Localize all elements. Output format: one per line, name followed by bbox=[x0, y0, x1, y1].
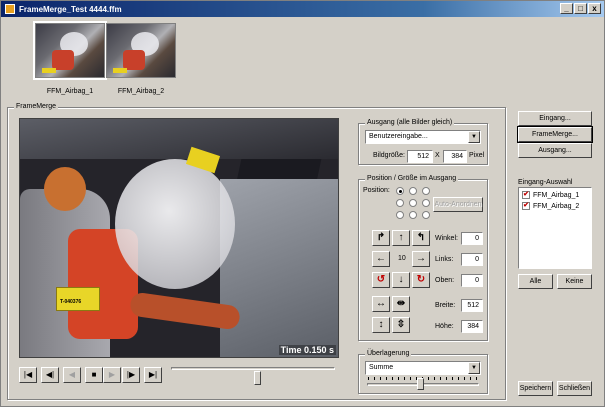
overlay-slider[interactable] bbox=[417, 378, 425, 390]
position-radio-bottom-left[interactable] bbox=[396, 211, 404, 219]
arrow-down-icon: ↓ bbox=[398, 274, 404, 285]
thumbnail-label: FFM_Airbag_2 bbox=[117, 88, 165, 95]
input-button[interactable]: Eingang... bbox=[518, 111, 592, 126]
time-readout: Time 0.150 s bbox=[278, 345, 336, 355]
left-label: Links: bbox=[435, 256, 454, 263]
overlay-mode-select[interactable]: Summe ▼ bbox=[365, 361, 481, 375]
input-selection-title: Eingang-Auswahl bbox=[518, 179, 573, 186]
select-none-button[interactable]: Keine bbox=[557, 274, 592, 289]
shrink-vertical-button[interactable]: ⇳ bbox=[392, 317, 410, 333]
output-width-field[interactable]: 512 bbox=[407, 150, 433, 163]
stop-button[interactable]: ■ bbox=[85, 367, 103, 383]
step-value: 10 bbox=[398, 255, 406, 262]
position-radio-top-left[interactable] bbox=[396, 187, 404, 195]
select-all-button[interactable]: Alle bbox=[518, 274, 553, 289]
left-field[interactable]: 0 bbox=[461, 253, 483, 266]
play-button[interactable]: ▶ bbox=[103, 367, 121, 383]
size-separator: X bbox=[435, 152, 440, 159]
position-radio-center[interactable] bbox=[409, 199, 417, 207]
rotate-cw-button[interactable]: ↻ bbox=[412, 272, 430, 288]
framemerge-group-title: FrameMerge bbox=[14, 103, 59, 110]
chevron-down-icon: ▼ bbox=[468, 362, 480, 374]
move-up-button[interactable]: ↑ bbox=[392, 230, 410, 246]
close-dialog-button[interactable]: Schließen bbox=[557, 381, 592, 396]
framemerge-button[interactable]: FrameMerge... bbox=[517, 126, 593, 143]
expand-vertical-icon: ↕ bbox=[378, 319, 384, 330]
next-mark-button[interactable]: |▶ bbox=[122, 367, 140, 383]
thumbnail-1[interactable]: FFM_Airbag_1 bbox=[33, 21, 107, 95]
height-field[interactable]: 384 bbox=[461, 320, 483, 333]
image-size-label: Bildgröße: bbox=[373, 152, 405, 159]
timeline-slider[interactable] bbox=[254, 371, 262, 385]
thumbnail-image bbox=[33, 21, 107, 80]
first-frame-button[interactable]: |◀ bbox=[19, 367, 37, 383]
position-radio-bottom-right[interactable] bbox=[422, 211, 430, 219]
output-preset-select[interactable]: Benutzereingabe... ▼ bbox=[365, 130, 481, 144]
last-frame-button[interactable]: ▶| bbox=[144, 367, 162, 383]
arrow-up-icon: ↑ bbox=[398, 232, 404, 243]
position-radio-mid-right[interactable] bbox=[422, 199, 430, 207]
maximize-button[interactable]: □ bbox=[574, 3, 587, 14]
rotate-right-icon: ↰ bbox=[416, 232, 426, 243]
rotate-left-button[interactable]: ↱ bbox=[372, 230, 390, 246]
rotate-left-icon: ↱ bbox=[376, 232, 386, 243]
stretch-vertical-button[interactable]: ↕ bbox=[372, 317, 390, 333]
checkbox-checked-icon[interactable]: ✔ bbox=[522, 191, 530, 199]
minimize-button[interactable]: _ bbox=[560, 3, 573, 14]
prev-mark-button[interactable]: ◀| bbox=[41, 367, 59, 383]
test-sticker: T-040376 bbox=[56, 287, 100, 311]
step-back-button[interactable]: ◀ bbox=[63, 367, 81, 383]
width-field[interactable]: 512 bbox=[461, 299, 483, 312]
window-title: FrameMerge_Test 4444.ffm bbox=[19, 4, 122, 14]
input-selection-list[interactable]: ✔ FFM_Airbag_1 ✔ FFM_Airbag_2 bbox=[518, 187, 592, 269]
video-preview[interactable]: T-040376 Time 0.150 s bbox=[19, 118, 339, 358]
output-height-field[interactable]: 384 bbox=[443, 150, 467, 163]
position-radio-top-center[interactable] bbox=[409, 187, 417, 195]
arrow-right-icon: → bbox=[416, 253, 426, 264]
stretch-horizontal-button[interactable]: ↔ bbox=[372, 296, 390, 312]
pixel-unit-label: Pixel bbox=[469, 152, 485, 159]
close-button[interactable]: x bbox=[588, 3, 601, 14]
rotate-ccw-button[interactable]: ↺ bbox=[372, 272, 390, 288]
angle-label: Winkel: bbox=[435, 235, 458, 242]
thumbnail-2[interactable]: FFM_Airbag_2 bbox=[106, 23, 176, 95]
title-bar: FrameMerge_Test 4444.ffm _ □ x bbox=[1, 1, 604, 17]
auto-arrange-button[interactable]: Auto-Anordnen bbox=[433, 197, 483, 212]
position-radio-top-right[interactable] bbox=[422, 187, 430, 195]
move-right-button[interactable]: → bbox=[412, 251, 430, 267]
list-item[interactable]: ✔ FFM_Airbag_1 bbox=[522, 191, 579, 199]
checkbox-checked-icon[interactable]: ✔ bbox=[522, 202, 530, 210]
height-label: Höhe: bbox=[435, 323, 454, 330]
overlay-group-title: Überlagerung bbox=[365, 350, 412, 357]
expand-horizontal-icon: ↔ bbox=[376, 298, 386, 309]
position-radio-mid-left[interactable] bbox=[396, 199, 404, 207]
shrink-horizontal-icon: ⇹ bbox=[396, 298, 406, 309]
main-window: FrameMerge_Test 4444.ffm _ □ x FFM_Airba… bbox=[0, 0, 605, 407]
output-button[interactable]: Ausgang... bbox=[518, 143, 592, 158]
timeline-track[interactable] bbox=[171, 367, 335, 370]
output-group-title: Ausgang (alle Bilder gleich) bbox=[365, 119, 455, 126]
move-left-button[interactable]: ← bbox=[372, 251, 390, 267]
position-group-title: Position / Größe im Ausgang bbox=[365, 175, 459, 182]
undo-rotate-icon: ↺ bbox=[376, 274, 386, 285]
top-field[interactable]: 0 bbox=[461, 274, 483, 287]
width-label: Breite: bbox=[435, 302, 456, 309]
thumbnail-image bbox=[106, 23, 176, 78]
shrink-vertical-icon: ⇳ bbox=[396, 319, 406, 330]
position-radio-bottom-center[interactable] bbox=[409, 211, 417, 219]
chevron-down-icon: ▼ bbox=[468, 131, 480, 143]
app-icon bbox=[5, 4, 15, 14]
save-button[interactable]: Speichern bbox=[518, 381, 553, 396]
redo-rotate-icon: ↻ bbox=[416, 274, 426, 285]
list-item[interactable]: ✔ FFM_Airbag_2 bbox=[522, 202, 579, 210]
move-down-button[interactable]: ↓ bbox=[392, 272, 410, 288]
position-label: Position: bbox=[363, 187, 390, 194]
angle-field[interactable]: 0 bbox=[461, 232, 483, 245]
shrink-horizontal-button[interactable]: ⇹ bbox=[392, 296, 410, 312]
arrow-left-icon: ← bbox=[376, 253, 386, 264]
rotate-right-button[interactable]: ↰ bbox=[412, 230, 430, 246]
top-label: Oben: bbox=[435, 277, 455, 284]
